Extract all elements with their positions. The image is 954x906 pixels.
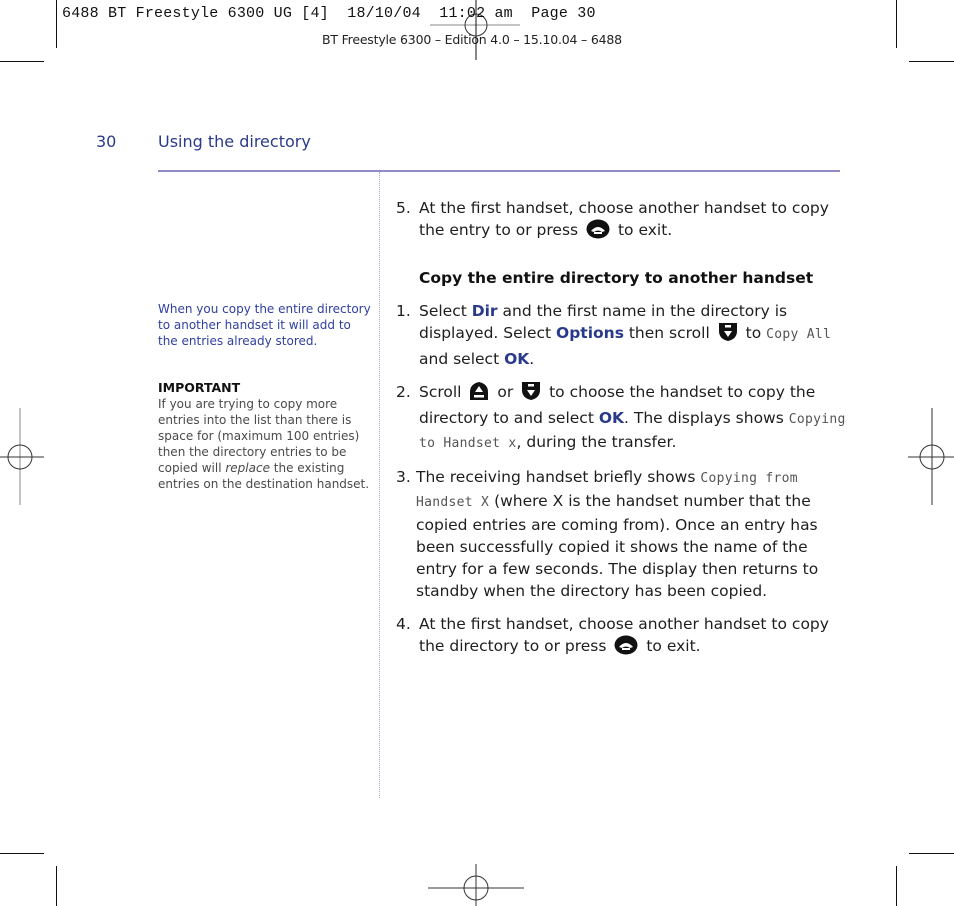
important-box: IMPORTANT If you are trying to copy more… — [158, 380, 373, 492]
step-3: 3. The receiving handset briefly shows C… — [396, 466, 846, 602]
step-number: 1. — [396, 302, 411, 320]
main-content: 5. At the first handset, choose another … — [396, 197, 846, 672]
step-text: Scroll — [419, 383, 462, 401]
subheading-copy-entire-directory: Copy the entire directory to another han… — [419, 269, 814, 287]
section-title: Using the directory — [158, 132, 311, 151]
step-number: 5. — [396, 199, 411, 217]
crop-mark-bottom-left-vertical — [56, 866, 57, 906]
step-text: to — [745, 324, 767, 342]
step-5: 5. At the first handset, choose another … — [396, 197, 846, 245]
important-emphasis: replace — [225, 461, 270, 475]
step-number: 4. — [396, 615, 411, 633]
edition-line: BT Freestyle 6300 – Edition 4.0 – 15.10.… — [322, 32, 622, 47]
step-text: . The displays shows — [624, 409, 789, 427]
important-heading: IMPORTANT — [158, 380, 241, 395]
keyword-dir: Dir — [471, 302, 498, 320]
scroll-up-redial-icon — [469, 381, 489, 407]
crop-mark-bottom-left-horizontal — [0, 853, 44, 854]
crop-mark-bottom-right-horizontal — [909, 853, 954, 854]
step-2: 2. Scroll or to choose the handset to co… — [396, 381, 846, 455]
registration-mark-right — [908, 408, 954, 505]
keyword-ok: OK — [598, 409, 625, 427]
registration-mark-left — [0, 408, 44, 505]
step-text: , during the transfer. — [516, 433, 677, 451]
step-4: 4. At the first handset, choose another … — [396, 613, 846, 661]
header-rule — [158, 170, 840, 172]
step-text: or — [497, 383, 514, 401]
registration-mark-bottom — [428, 864, 524, 906]
step-number: 2. — [396, 383, 411, 401]
keyword-options: Options — [556, 324, 624, 342]
end-call-icon — [614, 635, 638, 661]
print-slug: 6488 BT Freestyle 6300 UG [4] 18/10/04 1… — [62, 5, 596, 22]
step-text: then scroll — [623, 324, 710, 342]
scroll-down-calls-icon — [718, 322, 738, 348]
step-text: Select — [419, 302, 472, 320]
step-text: The receiving handset briefly shows — [416, 468, 701, 486]
step-number: 3. — [396, 468, 411, 486]
step-text: . — [529, 350, 535, 368]
crop-mark-top-right-horizontal — [909, 61, 954, 62]
page-number: 30 — [96, 132, 117, 151]
crop-mark-top-left-horizontal — [0, 61, 44, 62]
lcd-text-copy-all: Copy All — [766, 327, 832, 342]
step-text: to exit. — [646, 637, 701, 655]
keyword-ok: OK — [504, 350, 530, 368]
crop-mark-bottom-right-vertical — [896, 866, 897, 906]
step-text: and select — [419, 350, 505, 368]
scroll-down-calls-icon — [521, 381, 541, 407]
end-call-icon — [586, 219, 610, 245]
step-1: 1. Select Dir and the first name in the … — [396, 300, 846, 370]
sidebar-note: When you copy the entire directory to an… — [158, 302, 371, 348]
column-divider — [379, 172, 380, 798]
step-text-end: to exit. — [617, 221, 673, 239]
